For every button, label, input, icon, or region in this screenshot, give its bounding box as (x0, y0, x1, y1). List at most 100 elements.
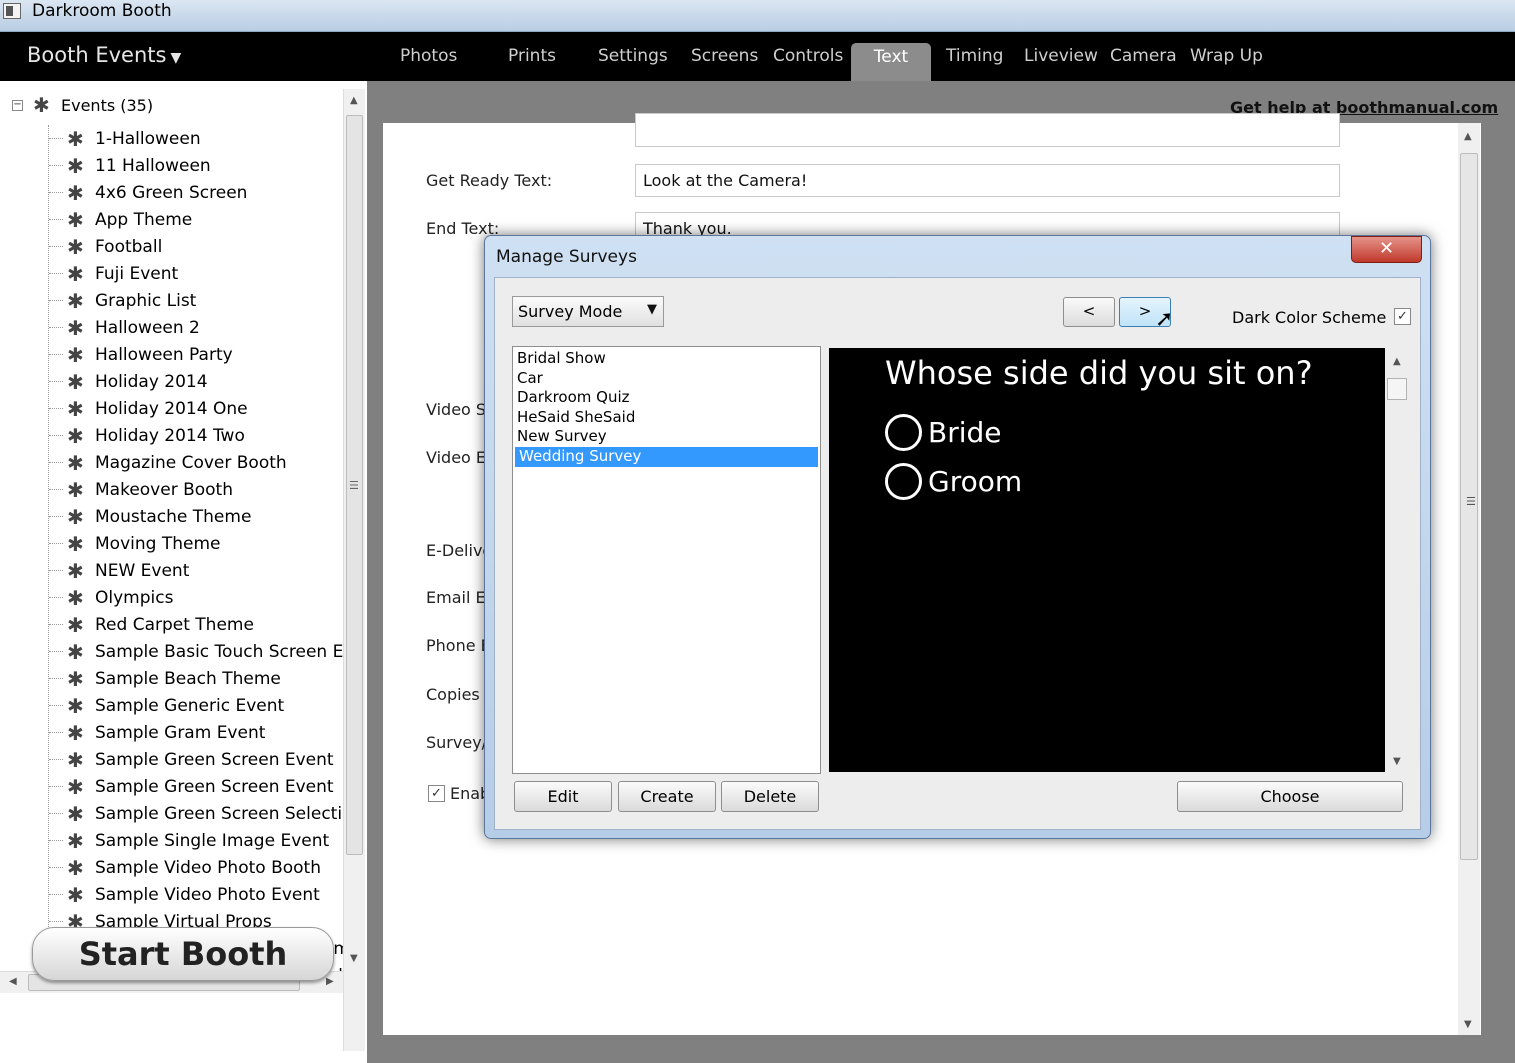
event-tree-label: NEW Event (95, 560, 190, 581)
tab-photos[interactable]: Photos (400, 46, 457, 66)
survey-list-item[interactable]: New Survey (513, 427, 820, 447)
tab-prints[interactable]: Prints (508, 46, 556, 66)
create-button[interactable]: Create (618, 781, 716, 812)
event-tree-item[interactable]: Halloween 2 (49, 314, 343, 341)
event-tree-item[interactable]: Sample Green Screen Event (49, 746, 343, 773)
tab-wrap-up[interactable]: Wrap Up (1190, 46, 1263, 66)
main-navbar: Booth Events ▼ Photos Prints Settings Scr… (0, 32, 1515, 81)
survey-list-item-selected[interactable]: Wedding Survey (515, 446, 818, 467)
event-tree-item[interactable]: Olympics (49, 584, 343, 611)
event-tree-item[interactable]: Halloween Party (49, 341, 343, 368)
main-vertical-scrollbar[interactable]: ▲ ☰ ▼ (1458, 123, 1480, 1035)
previous-text-field[interactable] (635, 113, 1340, 147)
tab-camera[interactable]: Camera (1110, 46, 1177, 66)
start-booth-button[interactable]: Start Booth (32, 927, 334, 981)
tab-settings[interactable]: Settings (598, 46, 668, 66)
event-tree-item[interactable]: Sample Video Photo Event (49, 881, 343, 908)
event-tree-item[interactable]: Sample Green Screen Event (49, 773, 343, 800)
survey-mode-dropdown[interactable]: Survey Mode ▼ (512, 296, 664, 327)
event-tree-item[interactable]: Makeover Booth (49, 476, 343, 503)
event-tree-label: 1-Halloween (95, 128, 201, 149)
tree-root-events[interactable]: − Events (35) (12, 93, 153, 117)
event-tree-item[interactable]: Football (49, 233, 343, 260)
booth-events-label: Booth Events (27, 43, 167, 67)
tab-timing[interactable]: Timing (946, 46, 1003, 66)
scroll-down-icon[interactable]: ▼ (1393, 756, 1401, 767)
event-tree-item[interactable]: 1-Halloween (49, 125, 343, 152)
app-icon (3, 3, 21, 19)
scroll-up-icon[interactable]: ▲ (350, 95, 358, 106)
survey-list[interactable]: Bridal Show Car Darkroom Quiz HeSaid She… (512, 346, 821, 774)
event-tree-icon (65, 586, 87, 610)
previous-button[interactable]: < (1063, 297, 1115, 327)
event-tree-icon (65, 262, 87, 286)
edit-button[interactable]: Edit (514, 781, 612, 812)
event-tree-item[interactable]: Holiday 2014 Two (49, 422, 343, 449)
scroll-thumb[interactable] (1387, 378, 1407, 400)
event-tree-icon (65, 721, 87, 745)
survey-list-item[interactable]: HeSaid SheSaid (513, 408, 820, 428)
event-tree-item[interactable]: NEW Event (49, 557, 343, 584)
event-tree-item[interactable]: Moving Theme (49, 530, 343, 557)
edelivery-label: E-Delive (426, 541, 493, 560)
dark-color-scheme-checkbox[interactable]: ✓ (1394, 308, 1411, 325)
booth-events-menu[interactable]: Booth Events ▼ (27, 43, 181, 67)
event-tree-item[interactable]: Fuji Event (49, 260, 343, 287)
event-tree-item[interactable]: Sample Video Photo Booth (49, 854, 343, 881)
event-tree-item[interactable]: Sample Gram Event (49, 719, 343, 746)
event-tree-item[interactable]: 4x6 Green Screen (49, 179, 343, 206)
delete-button[interactable]: Delete (721, 781, 819, 812)
event-tree-item[interactable]: Sample Beach Theme (49, 665, 343, 692)
event-tree-item[interactable]: Holiday 2014 One (49, 395, 343, 422)
tab-screens[interactable]: Screens (691, 46, 758, 66)
choose-button[interactable]: Choose (1177, 781, 1403, 812)
survey-list-item[interactable]: Car (513, 369, 820, 389)
phone-label: Phone E (426, 636, 491, 655)
scroll-up-icon[interactable]: ▲ (1464, 131, 1472, 142)
event-tree-icon (65, 208, 87, 232)
event-tree-icon (65, 613, 87, 637)
events-vertical-scrollbar[interactable]: ▲ ☰ ▼ (343, 89, 365, 1051)
scroll-right-icon[interactable]: ▶ (326, 976, 334, 987)
event-tree-item[interactable]: Sample Green Screen Selection (49, 800, 343, 827)
collapse-icon[interactable]: − (12, 99, 23, 111)
event-tree-label: Sample Green Screen Selection (95, 803, 343, 824)
event-tree-item[interactable]: Graphic List (49, 287, 343, 314)
tab-liveview[interactable]: Liveview (1024, 46, 1098, 66)
scroll-down-icon[interactable]: ▼ (350, 953, 358, 964)
radio-icon (885, 413, 922, 451)
tree-root-label: Events (35) (61, 95, 154, 115)
get-ready-field[interactable]: Look at the Camera! (635, 164, 1340, 197)
event-tree-item[interactable]: Sample Single Image Event (49, 827, 343, 854)
event-tree-item[interactable]: Holiday 2014 (49, 368, 343, 395)
tab-text[interactable]: Text (851, 43, 931, 81)
video-end-label: Video Er (426, 448, 493, 467)
event-tree-item[interactable]: Sample Generic Event (49, 692, 343, 719)
option-label: Groom (928, 464, 1023, 498)
preview-scrollbar[interactable]: ▲ ▼ (1385, 348, 1411, 772)
enable-checkbox[interactable]: ✓ (428, 785, 445, 802)
scroll-up-icon[interactable]: ▲ (1393, 356, 1401, 367)
event-tree-icon (65, 748, 87, 772)
event-tree-label: Sample Generic Event (95, 695, 285, 716)
events-panel: − Events (35) 1-Halloween 11 Halloween 4x6… (0, 81, 367, 1063)
close-button[interactable]: ✕ (1351, 236, 1422, 263)
event-tree-item[interactable]: Sample Basic Touch Screen Eve (49, 638, 343, 665)
event-tree-item[interactable]: 11 Halloween (49, 152, 343, 179)
email-label: Email Er (426, 588, 493, 607)
event-tree-icon (65, 451, 87, 475)
scroll-left-icon[interactable]: ◀ (9, 976, 17, 987)
help-link[interactable]: boothmanual.com (1336, 98, 1498, 117)
survey-label: Survey/ (426, 733, 488, 752)
survey-option-bride[interactable]: Bride (885, 412, 1002, 452)
event-tree-item[interactable]: App Theme (49, 206, 343, 233)
tab-controls[interactable]: Controls (773, 46, 843, 66)
event-tree-item[interactable]: Red Carpet Theme (49, 611, 343, 638)
survey-option-groom[interactable]: Groom (885, 461, 1022, 501)
survey-list-item[interactable]: Bridal Show (513, 349, 820, 369)
survey-question: Whose side did you sit on? (885, 354, 1313, 392)
event-tree-item[interactable]: Moustache Theme (49, 503, 343, 530)
scroll-down-icon[interactable]: ▼ (1464, 1019, 1472, 1030)
event-tree-item[interactable]: Magazine Cover Booth (49, 449, 343, 476)
survey-list-item[interactable]: Darkroom Quiz (513, 388, 820, 408)
